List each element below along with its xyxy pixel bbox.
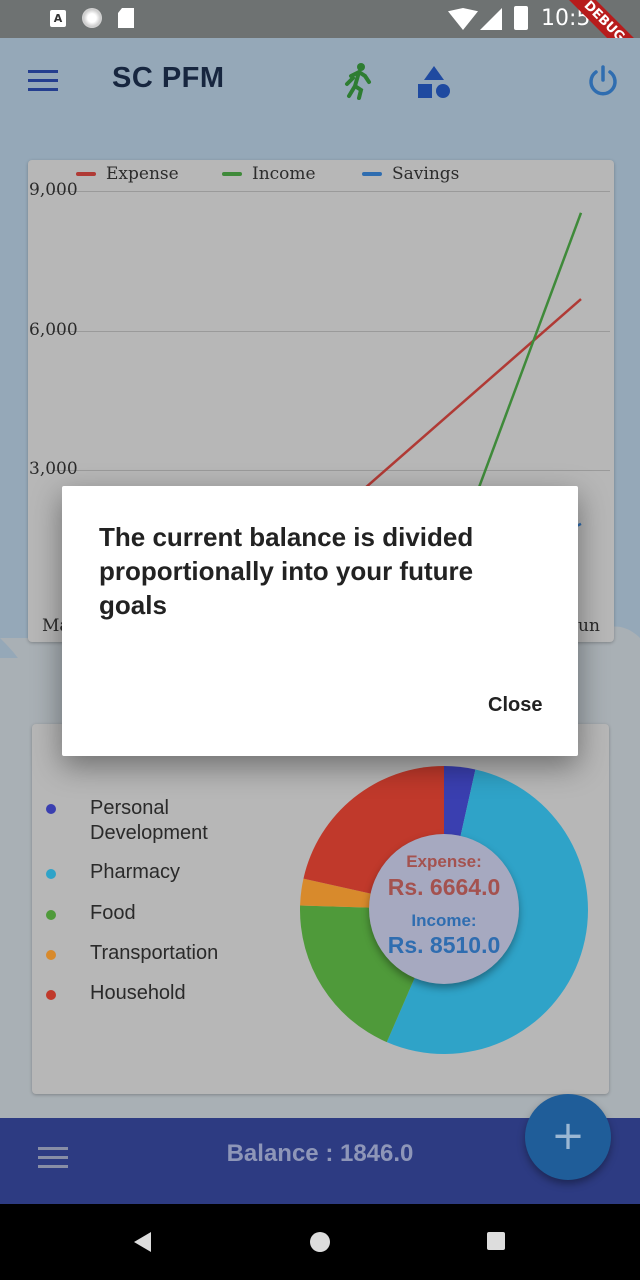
info-dialog: The current balance is divided proportio… xyxy=(62,486,578,756)
pie-legend-item: Pharmacy xyxy=(46,861,180,884)
pie-legend-item: Transportation xyxy=(46,942,218,965)
legend-dot xyxy=(46,990,56,1000)
pie-legend-label: Personal Development xyxy=(90,797,208,844)
legend-dot xyxy=(46,950,56,960)
legend-dot xyxy=(46,910,56,920)
legend-dot xyxy=(46,869,56,879)
x-tick-label: un xyxy=(578,616,600,636)
legend-dot xyxy=(46,804,56,814)
pie-legend-item: Food xyxy=(46,902,136,925)
income-label: Income: xyxy=(411,911,477,930)
home-icon[interactable] xyxy=(310,1232,330,1252)
add-button[interactable]: + xyxy=(525,1094,611,1180)
pie-legend-label: Food xyxy=(90,902,136,924)
pie-legend-label: Transportation xyxy=(90,942,219,964)
expense-value: Rs. 6664.0 xyxy=(387,874,501,900)
pie-legend-item: Household xyxy=(46,982,186,1005)
expense-label: Expense: xyxy=(406,852,482,871)
pie-center-summary: Expense: Rs. 6664.0 Income: Rs. 8510.0 xyxy=(369,834,519,984)
income-value: Rs. 8510.0 xyxy=(387,932,501,958)
pie-legend-label: Household xyxy=(90,982,186,1004)
close-button[interactable]: Close xyxy=(488,694,542,717)
pie-legend-item: Personal Development xyxy=(46,796,208,846)
pie-legend-label: Pharmacy xyxy=(90,861,181,883)
back-icon[interactable] xyxy=(134,1232,151,1252)
recents-icon[interactable] xyxy=(487,1232,505,1250)
dialog-message: The current balance is divided proportio… xyxy=(99,522,474,620)
